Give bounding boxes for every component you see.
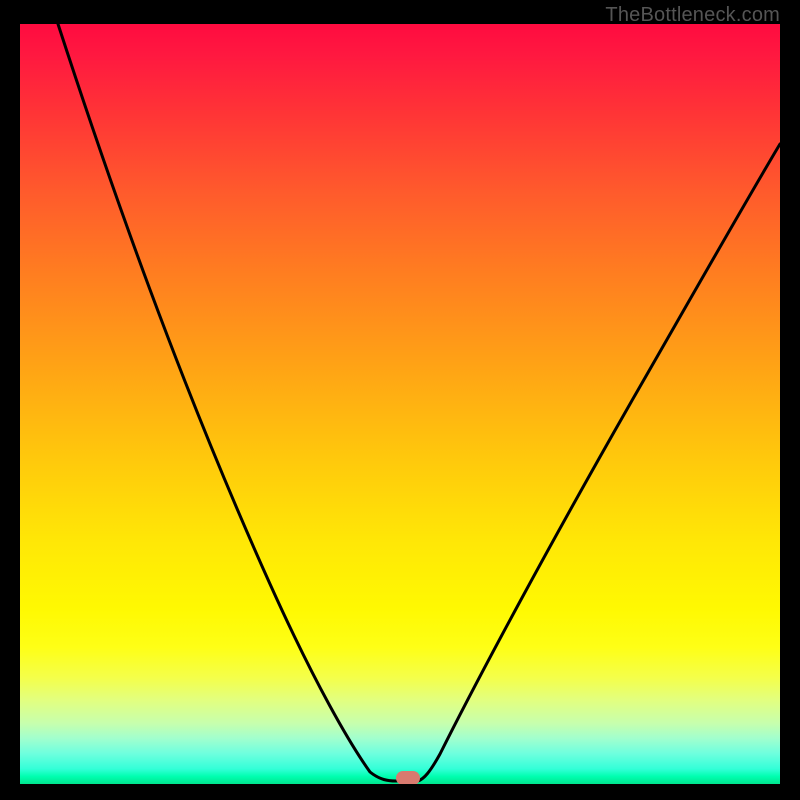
- curve-layer: [20, 24, 780, 784]
- optimum-marker: [396, 771, 420, 784]
- plot-area: [20, 24, 780, 784]
- watermark-text: TheBottleneck.com: [605, 4, 780, 27]
- bottleneck-curve: [58, 24, 780, 781]
